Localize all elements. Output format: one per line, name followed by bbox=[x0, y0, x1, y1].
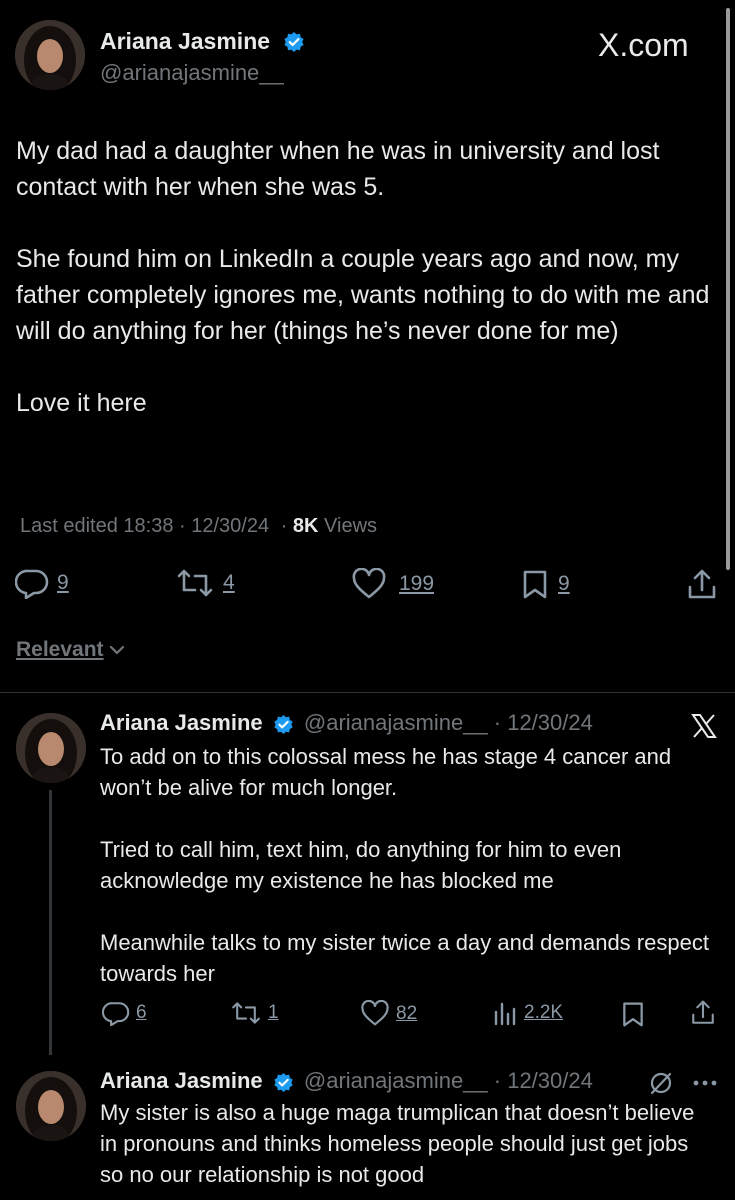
verified-badge-icon bbox=[284, 32, 304, 52]
reply-icon bbox=[102, 1002, 130, 1026]
repost-count: 4 bbox=[223, 571, 235, 594]
meta-separator: · bbox=[280, 515, 288, 537]
x-logo-icon bbox=[691, 714, 717, 738]
scrollbar[interactable] bbox=[726, 8, 730, 570]
views-button[interactable]: 2.2K bbox=[492, 1000, 563, 1026]
reply-author-name[interactable]: Ariana Jasmine bbox=[100, 1068, 263, 1093]
avatar-image bbox=[16, 1071, 86, 1141]
grok-icon[interactable] bbox=[648, 1070, 674, 1096]
reply-author-name[interactable]: Ariana Jasmine bbox=[100, 710, 263, 735]
reply-count: 9 bbox=[57, 571, 69, 594]
reply-avatar[interactable] bbox=[16, 713, 86, 783]
edited-timestamp[interactable]: Last edited 18:38 · 12/30/24 bbox=[20, 515, 269, 537]
views-label: Views bbox=[324, 515, 378, 537]
reply-header: Ariana Jasmine @arianajasmine__ · 12/30/… bbox=[100, 1068, 593, 1094]
avatar-image bbox=[15, 20, 85, 90]
tweet-meta: Last edited 18:38 · 12/30/24 · 8K Views bbox=[20, 515, 377, 538]
author-name[interactable]: Ariana Jasmine bbox=[100, 28, 270, 55]
reply-button[interactable]: 6 bbox=[102, 1000, 147, 1026]
heart-icon bbox=[352, 568, 386, 599]
chevron-down-icon bbox=[109, 645, 124, 655]
reply-header: Ariana Jasmine @arianajasmine__ · 12/30/… bbox=[100, 710, 593, 736]
views-count: 8K bbox=[292, 515, 319, 537]
brand-watermark: X.com bbox=[598, 27, 689, 63]
repost-count: 1 bbox=[268, 1002, 279, 1023]
share-icon bbox=[688, 569, 716, 599]
repost-button[interactable]: 1 bbox=[230, 1001, 279, 1025]
reply-icon bbox=[15, 569, 49, 599]
bookmark-button[interactable]: 9 bbox=[520, 568, 570, 600]
like-count: 199 bbox=[399, 572, 435, 595]
sort-selector[interactable]: Relevant bbox=[16, 638, 126, 662]
reply-handle-date[interactable]: @arianajasmine__ · 12/30/24 bbox=[304, 710, 593, 735]
bookmark-button[interactable] bbox=[620, 1000, 646, 1033]
sort-label: Relevant bbox=[16, 638, 104, 661]
share-button[interactable] bbox=[690, 999, 716, 1032]
reply-text: To add on to this colossal mess he has s… bbox=[100, 744, 709, 986]
reply-avatar[interactable] bbox=[16, 1071, 86, 1141]
share-button[interactable] bbox=[686, 568, 718, 607]
analytics-icon bbox=[494, 1002, 516, 1026]
verified-badge-icon bbox=[274, 1072, 293, 1092]
bookmark-icon bbox=[623, 1002, 643, 1027]
reply-count: 6 bbox=[136, 1002, 147, 1023]
repost-button[interactable]: 4 bbox=[175, 568, 235, 598]
divider bbox=[0, 692, 735, 693]
like-button[interactable]: 82 bbox=[360, 1000, 417, 1027]
author-handle[interactable]: @arianajasmine__ bbox=[100, 60, 284, 86]
like-button[interactable]: 199 bbox=[351, 568, 434, 600]
share-icon bbox=[692, 1000, 714, 1024]
reply-handle-date[interactable]: @arianajasmine__ · 12/30/24 bbox=[304, 1068, 593, 1093]
repost-icon bbox=[232, 1002, 260, 1024]
repost-icon bbox=[177, 569, 213, 597]
bookmark-count: 9 bbox=[558, 572, 570, 595]
thread-line bbox=[49, 790, 52, 1055]
avatar[interactable] bbox=[15, 20, 85, 90]
reply-button[interactable]: 9 bbox=[15, 567, 69, 599]
verified-badge-icon bbox=[274, 714, 293, 734]
heart-icon bbox=[361, 1000, 389, 1026]
views-count: 2.2K bbox=[524, 1002, 564, 1023]
reply-text: My sister is also a huge maga trumplican… bbox=[100, 1100, 695, 1187]
bookmark-icon bbox=[523, 570, 547, 599]
tweet-text: My dad had a daughter when he was in uni… bbox=[16, 137, 710, 417]
avatar-image bbox=[16, 713, 86, 783]
like-count: 82 bbox=[396, 1002, 418, 1024]
more-icon[interactable] bbox=[692, 1078, 718, 1088]
